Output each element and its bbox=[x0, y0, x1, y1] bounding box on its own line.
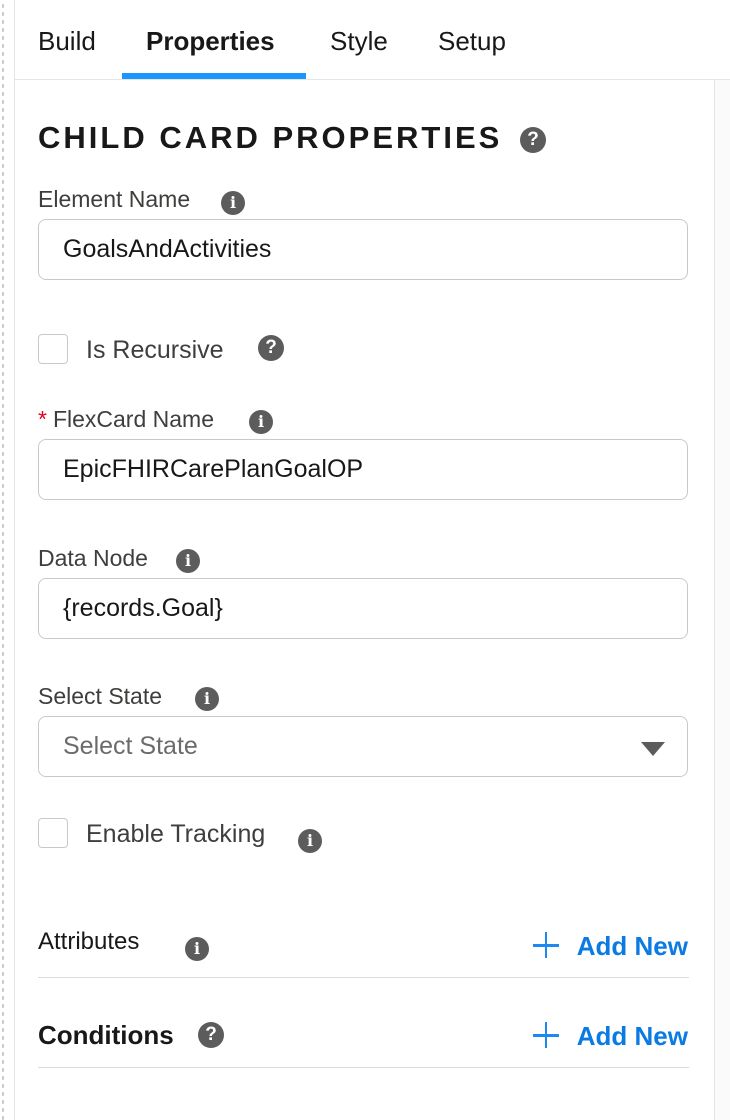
select-state-dropdown[interactable]: Select State bbox=[38, 716, 688, 777]
element-name-input[interactable]: GoalsAndActivities bbox=[38, 219, 688, 280]
plus-icon bbox=[532, 1022, 559, 1048]
section-title: CHILD CARD PROPERTIES bbox=[38, 120, 503, 155]
canvas-edge bbox=[0, 0, 15, 1120]
panel-scrollbar-track[interactable] bbox=[714, 80, 730, 1120]
flexcard-name-label-text: FlexCard Name bbox=[52, 406, 214, 432]
add-attribute-button[interactable]: Add New bbox=[532, 931, 688, 962]
help-icon[interactable]: ? bbox=[258, 335, 284, 361]
help-icon[interactable]: ? bbox=[198, 1022, 224, 1048]
flexcard-name-input[interactable]: EpicFHIRCarePlanGoalOP bbox=[38, 439, 688, 500]
enable-tracking-checkbox[interactable] bbox=[38, 818, 68, 848]
plus-icon bbox=[532, 932, 559, 958]
enable-tracking-label: Enable Tracking bbox=[86, 820, 266, 848]
help-icon[interactable]: ? bbox=[520, 127, 546, 153]
element-name-label: Element Name bbox=[38, 186, 191, 212]
divider bbox=[38, 977, 689, 978]
tab-build[interactable]: Build bbox=[38, 0, 96, 79]
info-icon[interactable]: i bbox=[298, 829, 322, 853]
required-marker: * bbox=[38, 406, 47, 432]
add-condition-button[interactable]: Add New bbox=[532, 1021, 688, 1052]
data-node-input[interactable]: {records.Goal} bbox=[38, 578, 688, 639]
data-node-label: Data Node bbox=[38, 545, 148, 571]
select-state-label: Select State bbox=[38, 683, 163, 709]
chevron-down-icon bbox=[641, 742, 665, 756]
divider bbox=[38, 1067, 689, 1068]
is-recursive-label: Is Recursive bbox=[86, 336, 224, 364]
attributes-label: Attributes bbox=[38, 928, 140, 955]
info-icon[interactable]: i bbox=[221, 191, 245, 215]
info-icon[interactable]: i bbox=[176, 549, 200, 573]
tab-setup[interactable]: Setup bbox=[438, 0, 506, 79]
conditions-label: Conditions bbox=[38, 1020, 174, 1050]
info-icon[interactable]: i bbox=[195, 687, 219, 711]
tab-bar: Build Properties Style Setup bbox=[15, 0, 730, 80]
tab-style[interactable]: Style bbox=[330, 0, 388, 79]
is-recursive-checkbox[interactable] bbox=[38, 334, 68, 364]
info-icon[interactable]: i bbox=[249, 410, 273, 434]
info-icon[interactable]: i bbox=[185, 937, 209, 961]
active-tab-indicator bbox=[122, 73, 306, 79]
flexcard-name-label: * FlexCard Name bbox=[38, 406, 214, 433]
select-state-placeholder: Select State bbox=[63, 732, 198, 760]
tab-properties[interactable]: Properties bbox=[146, 0, 275, 79]
